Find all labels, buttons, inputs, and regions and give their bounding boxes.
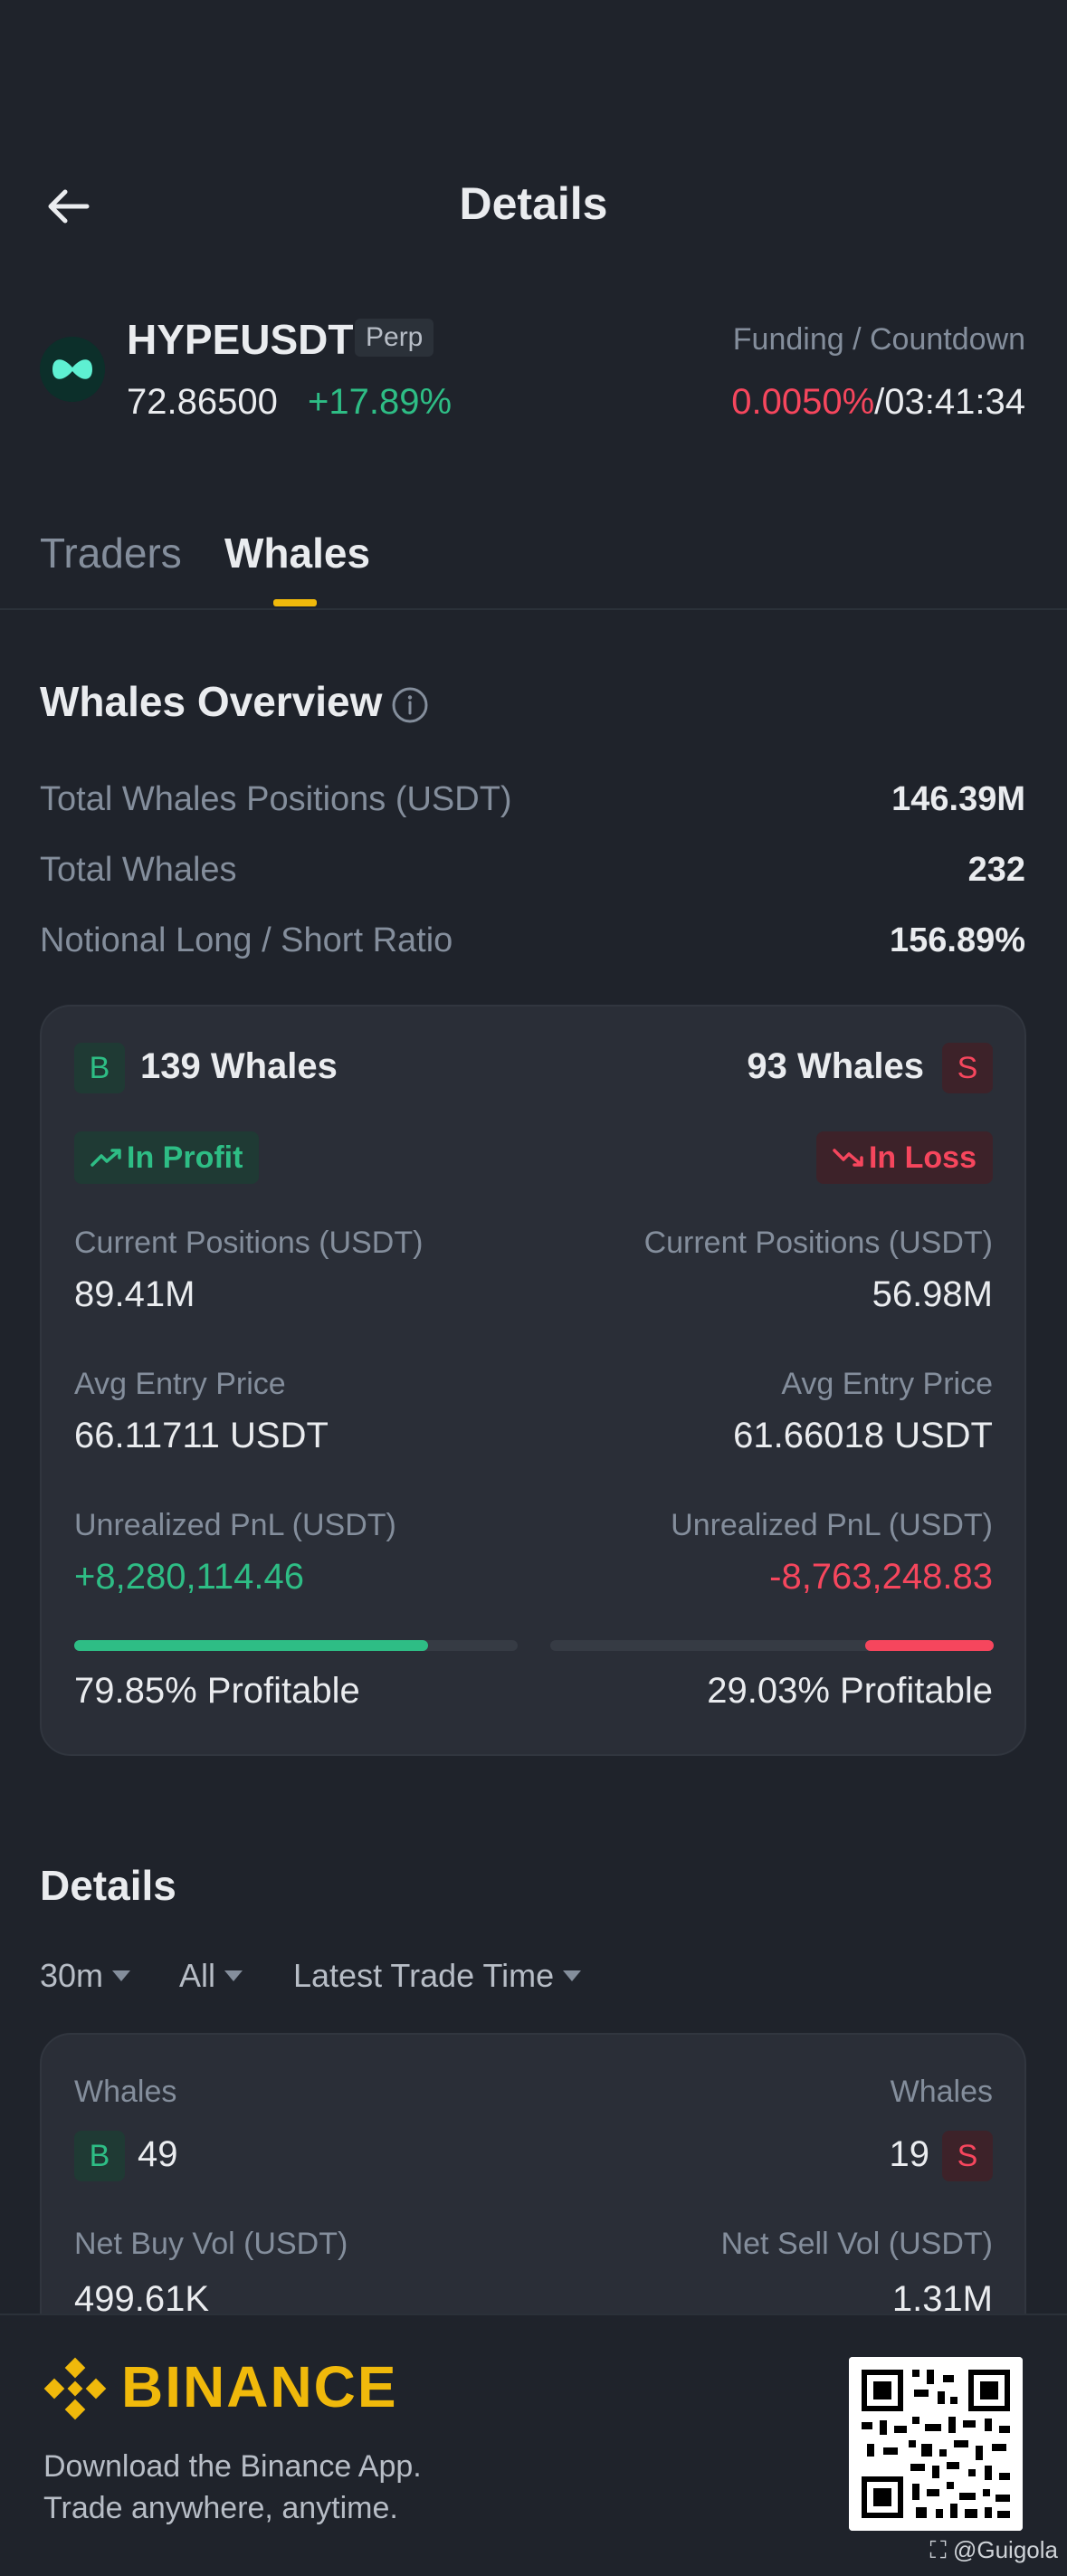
in-loss-label: In Loss: [868, 1140, 976, 1175]
long-pnl-value: +8,280,114.46: [74, 1557, 304, 1597]
side-filter[interactable]: All: [179, 1957, 243, 1995]
sell-badge: S: [942, 1043, 993, 1093]
net-buy-label: Net Buy Vol (USDT): [74, 2227, 348, 2261]
funding-separator: /: [874, 382, 885, 422]
long-profitable-bar: [74, 1640, 518, 1651]
caret-down-icon: [563, 1970, 582, 1981]
sell-badge: S: [942, 2131, 993, 2181]
active-tab-indicator: [273, 599, 317, 606]
side-filter-label: All: [179, 1957, 216, 1994]
watermark-text: @Guigola: [952, 2536, 1058, 2563]
short-positions-value: 56.98M: [872, 1274, 993, 1314]
short-entry-value: 61.66018 USDT: [733, 1416, 993, 1455]
last-price: 72.86500: [127, 382, 278, 422]
sort-filter[interactable]: Latest Trade Time: [293, 1957, 582, 1995]
short-pnl-value: -8,763,248.83: [769, 1557, 993, 1597]
long-profitable-fill: [74, 1640, 429, 1651]
funding-label: Funding / Countdown: [732, 322, 1025, 357]
short-pnl-label: Unrealized PnL (USDT): [671, 1508, 993, 1542]
contract-type-badge: Perp: [355, 319, 434, 357]
long-pnl-label: Unrealized PnL (USDT): [74, 1508, 396, 1542]
tab-traders[interactable]: Traders: [40, 529, 182, 577]
timeframe-filter[interactable]: 30m: [40, 1957, 131, 1995]
long-positions-label: Current Positions (USDT): [74, 1226, 424, 1260]
long-short-ratio-value: 156.89%: [889, 921, 1025, 959]
long-entry-value: 66.11711 USDT: [74, 1416, 329, 1455]
info-icon[interactable]: [391, 686, 429, 724]
buy-whales-label: Whales: [74, 2075, 177, 2109]
short-positions-label: Current Positions (USDT): [643, 1226, 993, 1260]
binance-logo-icon: [43, 2357, 107, 2420]
funding-rate: 0.0050%: [731, 382, 875, 422]
in-profit-pill: In Profit: [74, 1131, 260, 1184]
short-whales-count: 93 Whales: [747, 1046, 924, 1086]
sell-whales-count: 19: [889, 2134, 930, 2174]
binance-wordmark: BINANCE: [121, 2354, 398, 2419]
total-positions-label: Total Whales Positions (USDT): [40, 780, 512, 818]
funding-countdown: 03:41:34: [884, 382, 1025, 422]
long-profitable-text: 79.85% Profitable: [74, 1671, 360, 1711]
short-profitable-bar: [550, 1640, 994, 1651]
details-title: Details: [40, 1862, 176, 1909]
long-positions-value: 89.41M: [74, 1274, 195, 1314]
trend-up-icon: [91, 1149, 121, 1167]
sort-filter-label: Latest Trade Time: [293, 1957, 555, 1994]
whales-overview-title: Whales Overview: [40, 678, 383, 725]
long-entry-label: Avg Entry Price: [74, 1367, 286, 1401]
tab-whales[interactable]: Whales: [224, 529, 370, 577]
symbol-name: HYPEUSDT: [127, 316, 354, 363]
long-whales-count: 139 Whales: [140, 1046, 338, 1086]
watermark: ⛶ @Guigola: [930, 2536, 1058, 2565]
caret-down-icon: [112, 1970, 131, 1981]
watermark-icon: ⛶: [929, 2536, 947, 2563]
hype-coin-icon: [40, 337, 105, 402]
qr-code: [849, 2357, 1023, 2531]
short-entry-label: Avg Entry Price: [781, 1367, 993, 1401]
short-profitable-text: 29.03% Profitable: [707, 1671, 993, 1711]
short-profitable-fill: [864, 1640, 994, 1651]
total-whales-value: 232: [967, 851, 1025, 889]
in-loss-pill: In Loss: [815, 1131, 993, 1184]
sell-whales-label: Whales: [890, 2075, 993, 2109]
buy-badge: B: [74, 2131, 125, 2181]
caret-down-icon: [224, 1970, 243, 1981]
long-short-ratio-label: Notional Long / Short Ratio: [40, 921, 453, 959]
trend-down-icon: [833, 1149, 863, 1167]
funding-value: 0.0050%/03:41:34: [731, 382, 1025, 423]
footer-tagline-2: Trade anywhere, anytime.: [43, 2491, 398, 2525]
price-change: +17.89%: [308, 382, 453, 422]
net-sell-label: Net Sell Vol (USDT): [720, 2227, 993, 2261]
total-positions-value: 146.39M: [891, 780, 1025, 818]
page-title: Details: [459, 178, 608, 229]
in-profit-label: In Profit: [127, 1140, 243, 1175]
timeframe-filter-label: 30m: [40, 1957, 104, 1994]
footer-tagline-1: Download the Binance App.: [43, 2449, 422, 2484]
tab-divider: [0, 608, 1067, 610]
buy-badge: B: [74, 1043, 125, 1093]
total-whales-label: Total Whales: [40, 851, 237, 889]
buy-whales-count: 49: [138, 2134, 178, 2174]
